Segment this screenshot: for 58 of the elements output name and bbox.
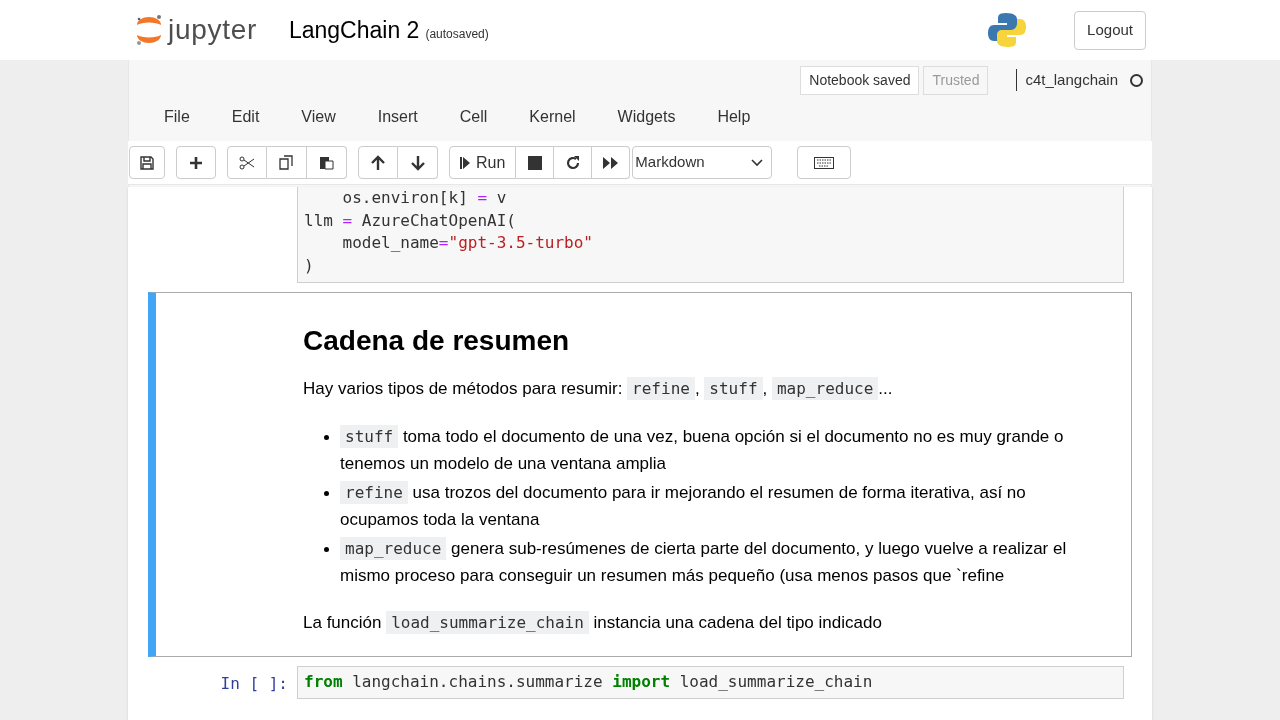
stop-icon [527, 155, 542, 170]
list-item-text: map_reduce genera sub-resúmenes de cierta parte del documento, y luego vuelve a realizar el mismo proceso para conseguir un resumen más pequeño (usa menos pasos que `refine [340, 536, 1068, 587]
jupyter-logo-icon [134, 13, 164, 47]
step-forward-icon [460, 156, 470, 169]
code-editor[interactable]: os.environ[k] = v llm = AzureChatOpenAI( model_name="gpt-3.5-turbo" ) [297, 187, 1124, 283]
code-line: os.environ[k] = v [341, 187, 508, 209]
bullet-icon [324, 435, 329, 441]
cell-type-dropdown[interactable]: Markdown [632, 146, 773, 179]
insert-cell-button[interactable] [176, 146, 216, 179]
menu-item[interactable]: Insert [362, 96, 433, 138]
code-line: ) [304, 255, 315, 278]
keyboard-shortcuts-button[interactable] [797, 146, 852, 179]
menu-item[interactable]: Edit [216, 96, 275, 138]
kernel-name[interactable]: c4t_langchain [1025, 68, 1118, 92]
paragraph: Hay varios tipos de métodos para resumir: refine , stuff , map_reduce ... [303, 375, 894, 402]
heading: Cadena de resumen [303, 323, 571, 358]
restart-icon [564, 154, 581, 171]
scissors-icon [239, 155, 255, 170]
cell-prompt: In [ ]: [220, 673, 288, 693]
run-button[interactable]: Run [449, 146, 517, 179]
save-icon [140, 155, 154, 170]
copy-icon [279, 155, 294, 170]
cut-button[interactable] [227, 146, 267, 179]
copy-button[interactable] [267, 146, 307, 179]
menu-item[interactable]: Cell [444, 96, 503, 138]
clipboard-icon [319, 155, 334, 170]
menu-item[interactable]: Help [702, 96, 766, 138]
menu-item[interactable]: File [149, 96, 205, 138]
logout-button[interactable]: Logout [1074, 10, 1146, 50]
bullet-icon [324, 547, 329, 553]
code-line: from langchain.chains.summarize import load_summarize_chain [304, 670, 874, 693]
paragraph: La función load_summarize_chain instancia una cadena del tipo indicado [303, 610, 883, 637]
save-button[interactable] [129, 146, 165, 179]
menu-item[interactable]: Widgets [602, 96, 691, 138]
bullet-icon [324, 491, 329, 497]
stop-button[interactable] [516, 146, 555, 179]
paste-button[interactable] [307, 146, 347, 179]
arrow-down-icon [410, 154, 425, 171]
code-line: llm = AzureChatOpenAI( [304, 209, 517, 232]
chevron-down-icon [751, 158, 764, 167]
run-all-button[interactable] [592, 146, 631, 179]
jupyter-logo-text: jupyter [168, 13, 257, 47]
keyboard-icon [814, 156, 835, 169]
notebook-saved-indicator: Notebook saved [800, 65, 920, 95]
menu-item[interactable]: Kernel [514, 96, 591, 138]
notebook-title[interactable]: LangChain 2 [288, 12, 420, 48]
code-line: model_name="gpt-3.5-turbo" [341, 232, 594, 255]
restart-button[interactable] [554, 146, 593, 179]
autosave-status: (autosaved) [425, 25, 489, 43]
python-logo-icon [988, 11, 1027, 49]
code-editor[interactable]: from langchain.chains.summarize import load_summarize_chain [297, 665, 1124, 699]
move-down-button[interactable] [398, 146, 438, 179]
fast-forward-icon [602, 156, 619, 169]
markdown-cell[interactable] [148, 291, 1132, 657]
move-up-button[interactable] [358, 146, 398, 179]
menu-item[interactable]: View [286, 96, 351, 138]
arrow-up-icon [371, 154, 385, 171]
plus-icon [189, 155, 203, 170]
